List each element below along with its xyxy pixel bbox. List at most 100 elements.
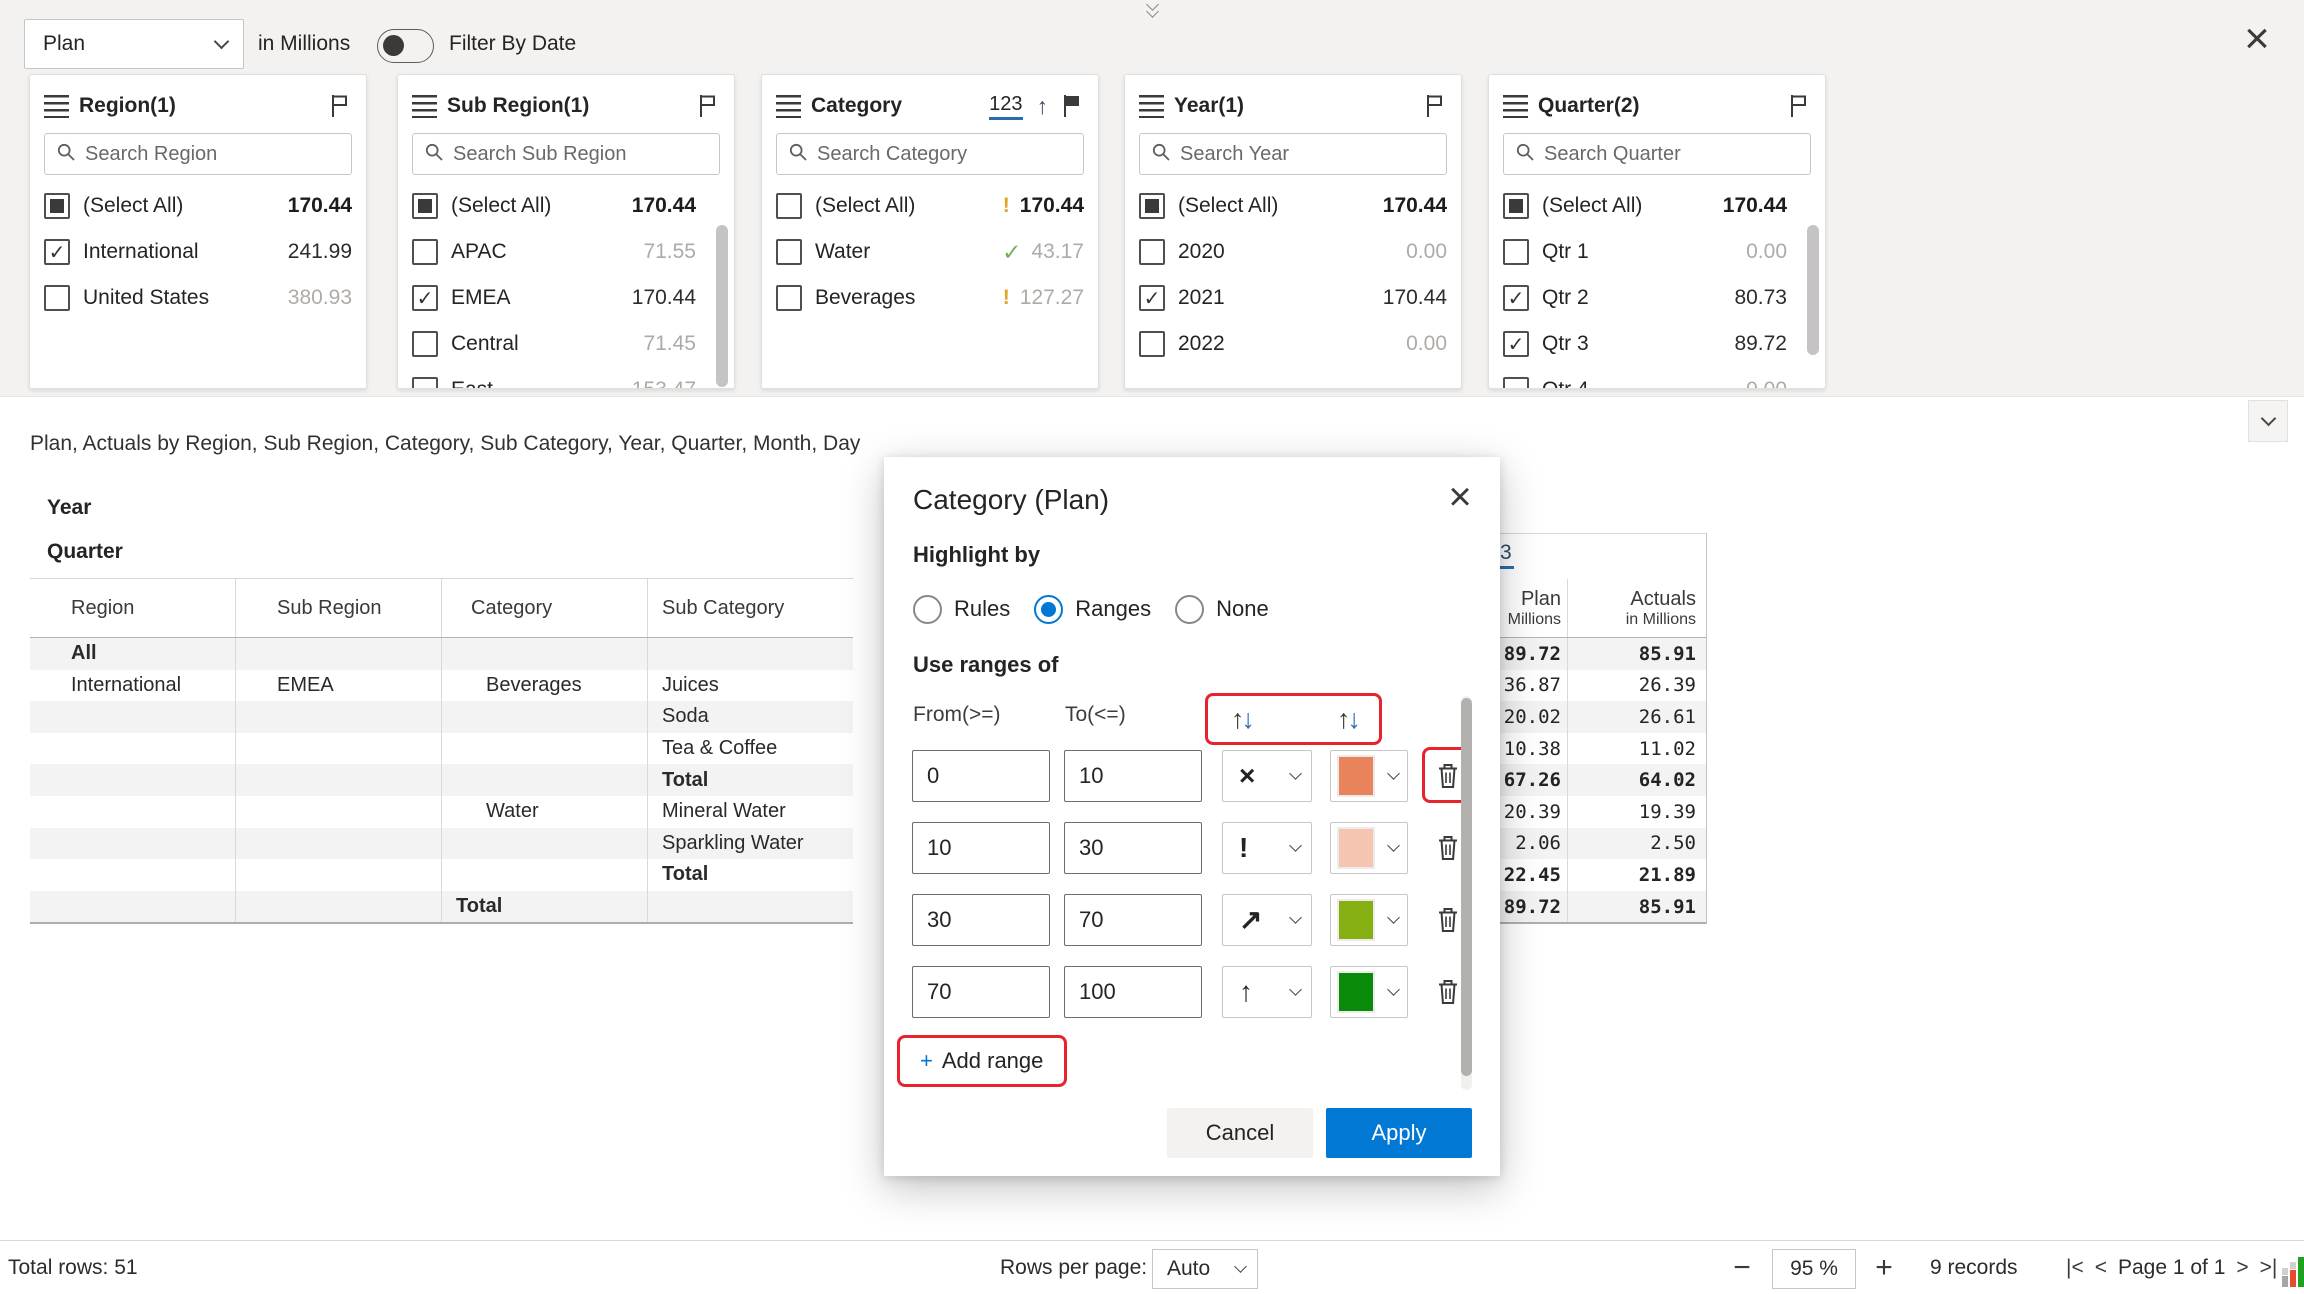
hamburger-icon[interactable]: [44, 95, 69, 118]
rows-per-page-dropdown[interactable]: Auto: [1152, 1249, 1258, 1289]
flag-outline-icon[interactable]: [696, 93, 720, 119]
search-input[interactable]: [1544, 143, 1799, 166]
range-icon-dropdown[interactable]: ↗: [1222, 894, 1312, 946]
checkbox-partial[interactable]: [1139, 193, 1165, 219]
measure-dropdown[interactable]: Plan: [24, 19, 244, 69]
apply-button[interactable]: Apply: [1326, 1108, 1472, 1158]
number-format-badge[interactable]: 123: [989, 93, 1022, 120]
list-item[interactable]: United States380.93: [44, 275, 352, 321]
flag-outline-icon[interactable]: [328, 93, 352, 119]
hamburger-icon[interactable]: [412, 95, 437, 118]
list-item[interactable]: 20220.00: [1139, 321, 1447, 367]
column-header-actuals[interactable]: Actuals in Millions: [1567, 579, 1706, 637]
range-from-input[interactable]: [912, 750, 1050, 802]
list-item[interactable]: APAC71.55: [412, 229, 720, 275]
checkbox-unchecked[interactable]: [1139, 331, 1165, 357]
column-header-region[interactable]: Region: [30, 579, 235, 637]
list-item[interactable]: EMEA170.44: [412, 275, 720, 321]
table-row[interactable]: Soda: [30, 701, 853, 733]
column-header-category[interactable]: Category: [441, 579, 647, 637]
checkbox-unchecked[interactable]: [44, 285, 70, 311]
checkbox-checked[interactable]: [44, 239, 70, 265]
search-input[interactable]: [1180, 143, 1435, 166]
list-item[interactable]: (Select All)170.44: [1503, 183, 1811, 229]
hamburger-icon[interactable]: [1139, 95, 1164, 118]
flag-outline-icon[interactable]: [1423, 93, 1447, 119]
range-color-dropdown[interactable]: [1330, 750, 1408, 802]
table-row[interactable]: Total: [30, 859, 853, 891]
first-page-button[interactable]: |<: [2066, 1256, 2084, 1280]
checkbox-unchecked[interactable]: [412, 239, 438, 265]
range-icon-dropdown[interactable]: ↑: [1222, 966, 1312, 1018]
dialog-scrollbar-thumb[interactable]: [1461, 698, 1472, 1076]
table-value-row[interactable]: 10.3811.02: [1500, 733, 1706, 765]
list-item[interactable]: Qtr 280.73: [1503, 275, 1811, 321]
table-value-row[interactable]: 89.7285.91: [1500, 638, 1706, 670]
list-item[interactable]: (Select All)170.44: [1139, 183, 1447, 229]
checkbox-unchecked[interactable]: [412, 377, 438, 389]
list-item[interactable]: Qtr 389.72: [1503, 321, 1811, 367]
table-row[interactable]: InternationalEMEABeveragesJuices: [30, 670, 853, 702]
table-value-row[interactable]: 67.2664.02: [1500, 764, 1706, 796]
list-item[interactable]: (Select All)170.44: [44, 183, 352, 229]
prev-page-button[interactable]: <: [2095, 1256, 2107, 1280]
table-row[interactable]: All: [30, 638, 853, 670]
sort-updown-icon[interactable]: ↑↓: [1231, 704, 1252, 735]
checkbox-checked[interactable]: [1139, 285, 1165, 311]
checkbox-unchecked[interactable]: [1503, 239, 1529, 265]
search-input-sub-region-1[interactable]: [412, 133, 720, 175]
checkbox-unchecked[interactable]: [776, 239, 802, 265]
radio-option-none[interactable]: None: [1175, 595, 1269, 624]
dialog-close-button[interactable]: ×: [1438, 475, 1482, 519]
list-item[interactable]: Central71.45: [412, 321, 720, 367]
zoom-out-button[interactable]: −: [1722, 1241, 1762, 1294]
checkbox-unchecked[interactable]: [776, 285, 802, 311]
table-value-row[interactable]: 20.3919.39: [1500, 796, 1706, 828]
search-input-quarter-2[interactable]: [1503, 133, 1811, 175]
radio-option-rules[interactable]: Rules: [913, 595, 1010, 624]
sort-updown-icon[interactable]: ↑↓: [1337, 704, 1358, 735]
table-value-row[interactable]: 2.062.50: [1500, 828, 1706, 860]
hamburger-icon[interactable]: [776, 95, 801, 118]
radio-unselected-icon[interactable]: [1175, 595, 1204, 624]
range-to-input[interactable]: [1064, 894, 1202, 946]
range-from-input[interactable]: [912, 966, 1050, 1018]
scrollbar-thumb[interactable]: [716, 225, 728, 387]
column-header-sub-region[interactable]: Sub Region: [235, 579, 441, 637]
radio-selected-icon[interactable]: [1034, 595, 1063, 624]
table-row[interactable]: Tea & Coffee: [30, 733, 853, 765]
table-value-row[interactable]: 36.8726.39: [1500, 670, 1706, 702]
checkbox-unchecked[interactable]: [1139, 239, 1165, 265]
checkbox-partial[interactable]: [1503, 193, 1529, 219]
column-header-plan[interactable]: Plan Millions: [1500, 579, 1567, 637]
list-item[interactable]: East153.47: [412, 367, 720, 389]
range-color-dropdown[interactable]: [1330, 894, 1408, 946]
table-value-row[interactable]: 89.7285.91: [1500, 891, 1706, 923]
range-icon-dropdown[interactable]: !: [1222, 822, 1312, 874]
checkbox-unchecked[interactable]: [412, 331, 438, 357]
table-row[interactable]: Total: [30, 891, 853, 923]
checkbox-partial[interactable]: [412, 193, 438, 219]
add-range-button[interactable]: + Add range: [897, 1035, 1067, 1087]
list-item[interactable]: Qtr 40.00: [1503, 367, 1811, 389]
zoom-in-button[interactable]: +: [1864, 1241, 1904, 1294]
next-page-button[interactable]: >: [2236, 1256, 2248, 1280]
checkbox-checked[interactable]: [1503, 285, 1529, 311]
list-item[interactable]: (Select All)170.44: [412, 183, 720, 229]
range-color-dropdown[interactable]: [1330, 822, 1408, 874]
search-input-year-1[interactable]: [1139, 133, 1447, 175]
table-value-row[interactable]: 20.0226.61: [1500, 701, 1706, 733]
flag-outline-icon[interactable]: [1787, 93, 1811, 119]
column-header-sub-category[interactable]: Sub Category: [647, 579, 853, 637]
checkbox-checked[interactable]: [412, 285, 438, 311]
range-icon-dropdown[interactable]: ×: [1222, 750, 1312, 802]
search-input[interactable]: [85, 143, 340, 166]
checkbox-partial[interactable]: [44, 193, 70, 219]
table-row[interactable]: Total: [30, 764, 853, 796]
zoom-level-input[interactable]: 95 %: [1772, 1249, 1856, 1289]
radio-option-ranges[interactable]: Ranges: [1034, 595, 1151, 624]
list-item[interactable]: 20200.00: [1139, 229, 1447, 275]
flag-filled-icon[interactable]: [1060, 93, 1084, 119]
list-item[interactable]: International241.99: [44, 229, 352, 275]
radio-unselected-icon[interactable]: [913, 595, 942, 624]
